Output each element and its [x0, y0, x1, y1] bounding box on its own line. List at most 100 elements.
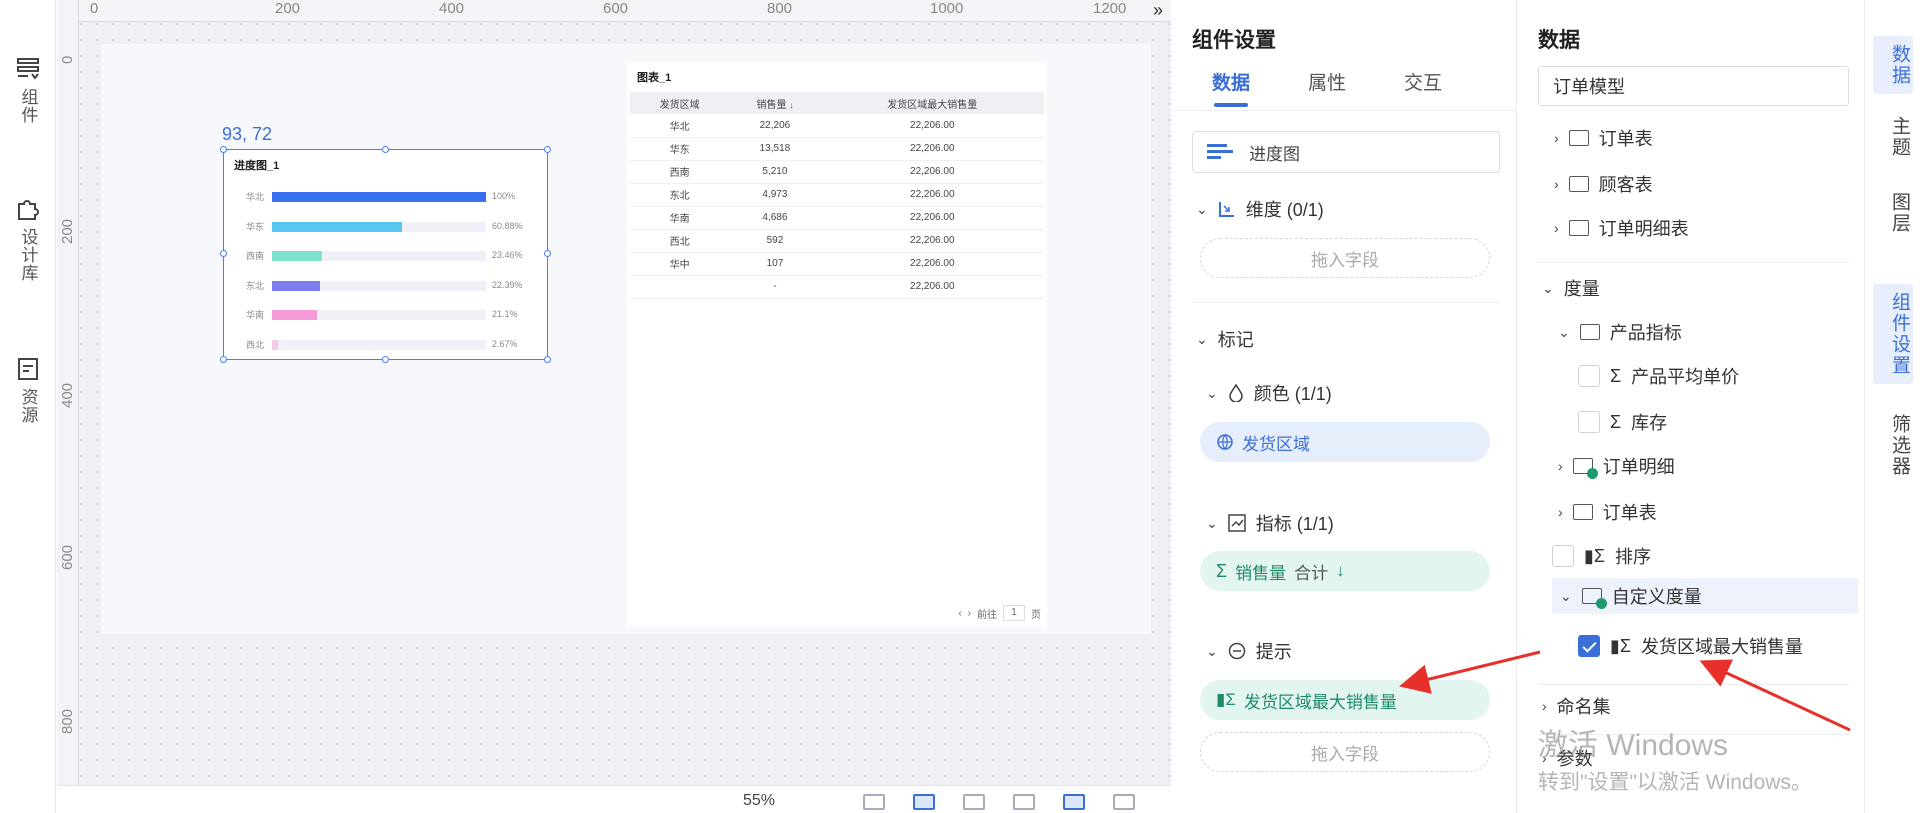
table-row: 华中 107 22,206.00 [630, 252, 1044, 276]
app-root: 组件 设计库 资源 93, 72 进度图_1 华北 100% 华东 60.88%… [0, 0, 1920, 813]
grid-layout-icon[interactable] [1063, 794, 1085, 810]
chevron-down-icon: ⌄ [1196, 200, 1208, 217]
progress-row: 西北 2.67% [246, 338, 536, 350]
page-suffix: 页 [1031, 609, 1041, 621]
sort-checkbox[interactable] [1552, 545, 1574, 567]
ruler-tick: 800 [767, 0, 793, 17]
fit-height-icon[interactable] [963, 794, 985, 810]
page-input[interactable]: 1 [1003, 605, 1025, 621]
column-header-sorted[interactable]: 销售量 ↓ [729, 92, 821, 114]
table-cell: 4,973 [729, 183, 821, 207]
tree-folder-product-metrics[interactable]: ⌄ 产品指标 [1558, 314, 1682, 350]
table-cell: 华北 [630, 114, 730, 138]
section-dimension[interactable]: ⌄ 维度 (0/1) [1196, 196, 1324, 222]
dimension-icon [1218, 202, 1234, 217]
ruler-left: 0 200 400 600 800 [57, 0, 79, 785]
tree-folder-order-table[interactable]: › 订单表 [1558, 494, 1657, 530]
model-selector[interactable]: 订单模型 [1538, 66, 1849, 106]
table-row: 西南 5,210 22,206.00 [630, 160, 1044, 184]
progress-bar [272, 310, 318, 320]
prev-page-button[interactable]: ‹ [958, 608, 961, 619]
metric-field-pill[interactable]: Σ 销售量 合计 ↓ [1200, 551, 1490, 591]
chevron-down-icon: ⌄ [1196, 330, 1208, 347]
table-cell: 22,206.00 [820, 275, 1044, 299]
chevron-down-icon: ⌄ [1206, 384, 1218, 401]
progress-chart-widget[interactable]: 进度图_1 华北 100% 华东 60.88% 西南 23.46% 东北 22.39% 华南 21… [220, 146, 551, 363]
tab-properties[interactable]: 属性 [1308, 68, 1346, 95]
canvas-area[interactable]: 93, 72 进度图_1 华北 100% 华东 60.88% 西南 23.46% 东北 22.… [57, 0, 1171, 813]
tooltip-field-pill[interactable]: ▮Σ 发货区域最大销售量 [1200, 680, 1490, 720]
tree-item-label: 排序 [1615, 547, 1652, 567]
fit-screen-icon[interactable] [863, 794, 885, 810]
custom-measure-checkbox[interactable] [1578, 635, 1600, 657]
vtab-filters[interactable]: 筛选器 [1873, 406, 1913, 485]
tree-item-custom-measure[interactable]: ▮Σ 发货区域最大销售量 [1578, 628, 1803, 664]
tree-section-named-sets[interactable]: › 命名集 [1542, 688, 1611, 724]
resize-handle[interactable] [544, 356, 551, 363]
vtab-layers[interactable]: 图层 [1873, 184, 1913, 242]
resize-handle[interactable] [220, 250, 227, 257]
tooltip-drop-zone[interactable]: 拖入字段 [1200, 732, 1490, 772]
collapse-panel-icon[interactable]: » [1153, 0, 1163, 21]
section-color[interactable]: ⌄ 颜色 (1/1) [1206, 380, 1332, 406]
dashboard-page[interactable]: 93, 72 进度图_1 华北 100% 华东 60.88% 西南 23.46% 东北 22.… [101, 44, 1151, 634]
progress-row: 华东 60.88% [246, 220, 536, 232]
tree-item-table[interactable]: › 订单明细表 [1554, 210, 1689, 246]
column-header[interactable]: 发货区域 [630, 92, 730, 114]
tab-data[interactable]: 数据 [1212, 68, 1250, 107]
rail-item-design-library[interactable]: 设计库 [0, 196, 56, 282]
resize-handle[interactable] [220, 146, 227, 153]
tree-item-label: 库存 [1631, 413, 1668, 433]
vtab-theme[interactable]: 主题 [1873, 108, 1913, 166]
measure-checkbox[interactable] [1578, 365, 1600, 387]
progress-bar [272, 251, 323, 261]
data-panel-title: 数据 [1538, 29, 1580, 52]
resize-handle[interactable] [382, 146, 389, 153]
progress-percent: 21.1% [492, 309, 518, 319]
column-header[interactable]: 发货区域最大销售量 [820, 92, 1044, 114]
section-tooltip[interactable]: ⌄ 提示 [1206, 638, 1292, 664]
color-field-pill[interactable]: 发货区域 [1200, 422, 1490, 462]
measure-checkbox[interactable] [1578, 411, 1600, 433]
next-page-button[interactable]: › [968, 608, 971, 619]
layout-icon[interactable] [1013, 794, 1035, 810]
chart-type-selector[interactable]: 进度图 [1192, 131, 1500, 173]
metric-label: 指标 (1/1) [1255, 514, 1334, 534]
folder-open-icon [1579, 324, 1600, 340]
zoom-level[interactable]: 55% [694, 792, 824, 813]
tree-section-measures[interactable]: ⌄ 度量 [1542, 270, 1600, 306]
tree-item-table[interactable]: › 订单表 [1554, 120, 1653, 156]
progress-percent: 60.88% [492, 220, 523, 231]
tree-item-table[interactable]: › 顾客表 [1554, 166, 1653, 202]
ruler-tick: 0 [59, 55, 76, 64]
tree-item-sort[interactable]: ▮Σ 排序 [1552, 538, 1651, 574]
section-metric[interactable]: ⌄ 指标 (1/1) [1206, 510, 1334, 536]
windows-activation-watermark: 激活 Windows 转到"设置"以激活 Windows。 [1538, 720, 1812, 796]
table-cell: 22,206.00 [820, 206, 1044, 230]
table-widget[interactable]: 图表_1 发货区域 销售量 ↓ 发货区域最大销售量 华北 22,206 22,206… [627, 62, 1047, 627]
table-cell: 4,686 [729, 206, 821, 230]
dimension-drop-zone[interactable]: 拖入字段 [1200, 238, 1490, 278]
chevron-right-icon: › [1558, 504, 1563, 520]
table-row: -22,206.00 [630, 275, 1044, 299]
tab-interaction[interactable]: 交互 [1404, 68, 1442, 95]
tree-item-measure[interactable]: Σ 库存 [1578, 404, 1667, 440]
divider [1538, 684, 1849, 685]
rail-item-resources[interactable]: 资源 [0, 356, 56, 424]
resize-handle[interactable] [544, 146, 551, 153]
vtab-component-settings[interactable]: 组件设置 [1873, 284, 1913, 384]
fit-width-icon[interactable] [913, 794, 935, 810]
tree-item-measure[interactable]: Σ 产品平均单价 [1578, 358, 1739, 394]
section-marks[interactable]: ⌄ 标记 [1196, 326, 1254, 352]
resize-handle[interactable] [544, 250, 551, 257]
resize-handle[interactable] [220, 356, 227, 363]
rail-item-components[interactable]: 组件 [0, 56, 56, 124]
resize-handle[interactable] [382, 356, 389, 363]
tree-folder-custom-measures[interactable]: ⌄ 自定义度量 [1552, 578, 1858, 614]
tree-folder-order-detail[interactable]: › 订单明细 [1558, 448, 1675, 484]
table-row: 西北 592 22,206.00 [630, 229, 1044, 253]
table-layout-icon[interactable] [1113, 794, 1135, 810]
vtab-data[interactable]: 数据 [1873, 36, 1913, 94]
line-chart-icon [1227, 514, 1246, 532]
ruler-tick: 400 [59, 382, 76, 408]
